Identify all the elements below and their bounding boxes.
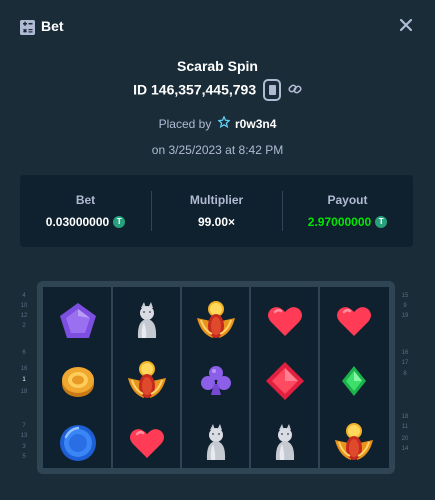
bet-date: on 3/25/2023 at 8:42 PM (151, 143, 284, 157)
payline-number: 18 (20, 389, 28, 395)
payline-number: 5 (22, 454, 26, 460)
reel-divider (180, 287, 182, 468)
payout-amount: 2.97000000 (282, 215, 413, 229)
bet-stat: Bet 0.03000000 (20, 175, 151, 247)
payline-number: 16 (401, 350, 409, 356)
reel-divider (318, 287, 320, 468)
game-name[interactable]: Scarab Spin (0, 58, 435, 74)
payline-number: 1 (22, 377, 26, 383)
golden-scarab-icon (331, 420, 377, 466)
multiplier-stat: Multiplier 99.00× (151, 175, 282, 247)
bet-icon (20, 20, 35, 35)
payline-number: 15 (401, 293, 409, 299)
tether-icon (375, 215, 388, 228)
blue-ring-icon (55, 420, 101, 466)
bet-id-row: ID 146,357,445,793 (0, 79, 435, 102)
bet-label: Bet (75, 193, 96, 207)
payline-number: 18 (401, 414, 409, 420)
payline-number: 8 (403, 371, 407, 377)
multiplier-label: Multiplier (189, 193, 244, 207)
tether-icon (113, 215, 126, 228)
payout-stat: Payout 2.97000000 (282, 175, 413, 247)
bet-amount: 0.03000000 (20, 215, 151, 229)
payline-number: 6 (22, 350, 26, 356)
modal-header: Bet (0, 0, 435, 52)
slot-reels (37, 281, 395, 474)
red-heart-icon (262, 298, 308, 344)
green-diamond-gem-icon (331, 358, 377, 404)
payline-number: 14 (401, 446, 409, 452)
payline-number: 20 (401, 436, 409, 442)
silver-cat-statue-icon (262, 420, 308, 466)
purple-pentagon-gem-icon (55, 298, 101, 344)
payline-number: 3 (22, 444, 26, 450)
reel-divider (111, 287, 113, 468)
payline-number: 7 (22, 423, 26, 429)
gold-coin-icon (55, 358, 101, 404)
silver-cat-statue-icon (193, 420, 239, 466)
reel-divider (249, 287, 251, 468)
payline-number: 2 (22, 323, 26, 329)
red-diamond-gem-icon (262, 358, 308, 404)
payline-number: 9 (403, 303, 407, 309)
close-icon[interactable] (395, 14, 417, 36)
golden-scarab-icon (193, 298, 239, 344)
payline-number: 10 (20, 303, 28, 309)
red-heart-icon (331, 298, 377, 344)
placed-by: Placed by r0w3n4 (0, 115, 435, 132)
payline-number: 16 (20, 366, 28, 372)
payline-number: 4 (22, 293, 26, 299)
multiplier-value: 99.00× (197, 215, 236, 229)
bet-id: ID 146,357,445,793 (133, 81, 257, 98)
payline-number: 12 (20, 313, 28, 319)
payline-number: 17 (401, 360, 409, 366)
username-link[interactable]: r0w3n4 (235, 117, 276, 131)
red-heart-icon (124, 420, 170, 466)
payline-number: 13 (20, 433, 28, 439)
vip-star-icon (216, 115, 231, 131)
modal-title: Bet (41, 18, 64, 34)
silver-cat-statue-icon (124, 298, 170, 344)
golden-scarab-icon (124, 358, 170, 404)
bet-stats-panel: Bet 0.03000000 Multiplier 99.00× Payout … (20, 175, 413, 247)
reel-grid (43, 287, 389, 468)
payline-number: 11 (401, 424, 409, 430)
payline-number: 19 (401, 313, 409, 319)
purple-club-icon (193, 358, 239, 404)
payout-label: Payout (327, 193, 368, 207)
link-icon[interactable] (288, 82, 302, 96)
placed-by-label: Placed by (158, 117, 212, 131)
copy-icon[interactable] (263, 79, 281, 101)
